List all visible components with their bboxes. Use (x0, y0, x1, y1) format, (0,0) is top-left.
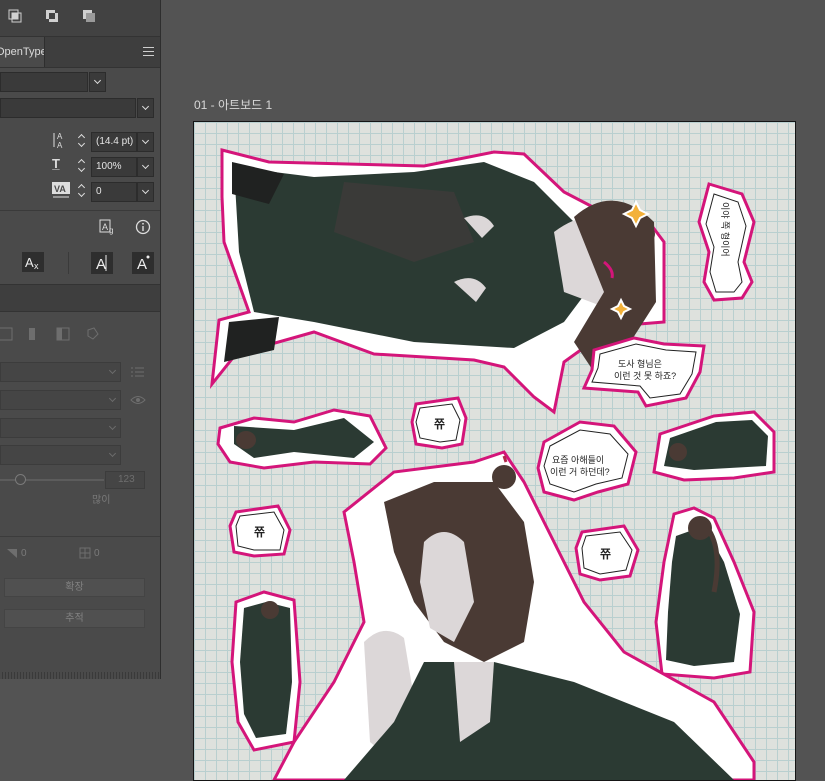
bubble-2-line1: 요즘 아해들이 (552, 455, 604, 465)
grid-size-icon (79, 547, 91, 559)
sfx-1-text: 쮸 (434, 417, 445, 431)
subscript-icon[interactable]: Ax (22, 252, 44, 272)
minus-back-icon[interactable] (82, 9, 96, 23)
divider (0, 210, 160, 211)
svg-text:A: A (96, 256, 106, 273)
fill-type-icon (0, 327, 13, 341)
glyph-snap-icon[interactable]: Ag (99, 218, 117, 236)
info-icon[interactable] (135, 219, 151, 235)
trace-button: 추적 (4, 609, 145, 628)
sfx-2-text: 쮸 (254, 525, 265, 539)
scale-stepper[interactable] (76, 157, 88, 175)
tracking-icon: VA (52, 182, 70, 198)
font-family-field[interactable] (0, 72, 88, 92)
gradient-icon (29, 328, 41, 340)
view-dropdown (0, 390, 121, 410)
divider (68, 252, 69, 274)
threshold-value: 123 (105, 471, 145, 489)
eye-icon (130, 396, 146, 404)
stylistic-alternate-icon[interactable]: A (132, 252, 154, 274)
svg-text:VA: VA (54, 184, 66, 194)
vertical-speech-bubble-sticker: 이야 쪽 형이어 (697, 182, 756, 302)
bubble-1-line2: 이런 것 못 하죠? (614, 371, 676, 381)
section-header (0, 284, 160, 312)
speech-bubble-1-sticker: 도사 형님은 이런 것 못 하죠? (581, 336, 706, 408)
panel-tabbar: OpenType (0, 37, 160, 68)
shape-icon (87, 327, 99, 340)
speech-bubble-2-sticker: 요즘 아해들이 이런 거 하던데? (536, 420, 638, 502)
tracking-stepper[interactable] (76, 182, 88, 200)
threshold-label: 많이 (92, 495, 111, 506)
divider (0, 536, 160, 537)
svg-text:A: A (102, 222, 108, 232)
artboard: 이야 쪽 형이어 도사 형님은 이런 것 못 하죠? 쮸 요즘 아해들이 이런 … (193, 121, 796, 781)
tracking-dropdown[interactable] (137, 182, 154, 202)
sfx-sticker-1: 쮸 (410, 396, 468, 450)
threshold-slider-handle (15, 474, 26, 485)
intersect-icon[interactable] (8, 9, 22, 23)
font-family-dropdown[interactable] (89, 72, 106, 92)
list-icon (131, 367, 144, 377)
expand-button: 확장 (4, 578, 145, 597)
svg-text:A: A (25, 255, 34, 270)
corner-angle-icon (7, 549, 17, 558)
character-panel: OpenType AA (14.4 pt) T̲ 100% VA 0 Ag Ax… (0, 0, 161, 679)
leading-icon: AA (53, 132, 63, 149)
pattern-icon (56, 327, 70, 341)
sticker-sheet: 이야 쪽 형이어 도사 형님은 이런 것 못 하죠? 쮸 요즘 아해들이 이런 … (209, 148, 776, 780)
small-lying-figure-sticker (216, 408, 388, 470)
leading-stepper[interactable] (76, 132, 88, 150)
sfx-3-text: 쮸 (600, 547, 611, 561)
scale-dropdown[interactable] (137, 157, 154, 177)
crouching-figure-sticker-top (652, 410, 776, 482)
vertical-bubble-text: 이야 쪽 형이어 (720, 202, 730, 257)
bubble-2-line2: 이런 거 하던데? (550, 467, 610, 477)
scale-field[interactable]: 100% (91, 157, 137, 177)
panel-menu-icon[interactable] (143, 47, 154, 56)
svg-text:A: A (57, 132, 63, 141)
artboard-label: 01 - 아트보드 1 (194, 98, 273, 112)
bubble-1-line1: 도사 형님은 (618, 359, 662, 369)
palette-dropdown (0, 445, 121, 465)
sfx-sticker-3: 쮸 (574, 524, 640, 582)
font-style-dropdown[interactable] (137, 98, 154, 118)
svg-text:A: A (57, 141, 63, 149)
preset-dropdown (0, 362, 121, 382)
tab-opentype[interactable]: OpenType (0, 37, 45, 67)
pathfinder-toolbar (0, 0, 160, 37)
svg-text:x: x (34, 261, 39, 271)
svg-text:g: g (109, 226, 113, 235)
svg-text:A: A (137, 256, 147, 273)
exclude-icon[interactable] (45, 9, 59, 23)
leading-dropdown[interactable] (137, 132, 154, 152)
vertical-scale-icon: T̲ (52, 156, 60, 171)
sfx-sticker-2: 쮸 (228, 504, 292, 558)
tracking-field[interactable]: 0 (91, 182, 137, 202)
corner-value-right: 0 (94, 548, 100, 559)
crouching-figure-sticker-bottom (654, 506, 756, 680)
mode-dropdown (0, 418, 121, 438)
panel-resize-grip[interactable] (0, 672, 160, 679)
font-variant-icon[interactable]: A (91, 252, 113, 274)
corner-value-left: 0 (21, 548, 27, 559)
leading-field[interactable]: (14.4 pt) (91, 132, 137, 152)
font-style-field[interactable] (0, 98, 136, 118)
small-standing-figure-sticker (230, 590, 302, 752)
